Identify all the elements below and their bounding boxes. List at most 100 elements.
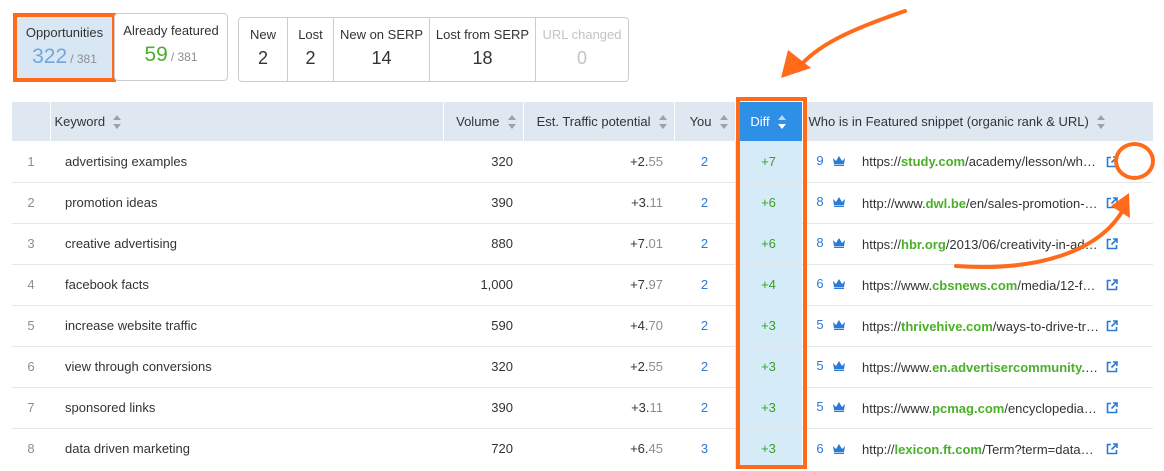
row-snippet-rank[interactable]: 5	[814, 317, 826, 332]
filter-lost-from-serp[interactable]: Lost from SERP 18	[430, 18, 536, 81]
row-snippet-rank[interactable]: 8	[814, 235, 826, 250]
row-volume: 390	[443, 182, 523, 224]
filter-new-label: New	[249, 27, 276, 42]
row-volume: 1,000	[443, 264, 523, 306]
table-header-row: Keyword Volume Est. Traffic potential Yo…	[12, 102, 1153, 141]
column-header-traffic[interactable]: Est. Traffic potential	[523, 102, 675, 141]
row-you-rank[interactable]: 2	[674, 387, 735, 429]
row-you-rank[interactable]: 2	[674, 305, 735, 347]
row-url-path: /2013/06/creativity-in-advertising	[945, 236, 1099, 252]
row-traffic: +3.11	[523, 387, 674, 429]
row-traffic-decimal: 55	[648, 153, 663, 169]
row-traffic-main: +7.	[630, 277, 649, 292]
row-diff: +6	[735, 223, 802, 265]
row-volume: 590	[443, 305, 523, 347]
external-link-icon[interactable]	[1106, 238, 1118, 250]
row-snippet-url[interactable]: https://www.pcmag.com/encyclopedia/term	[862, 401, 1099, 416]
column-header-keyword-label: Keyword	[54, 113, 106, 129]
row-snippet-rank[interactable]: 6	[814, 441, 826, 456]
table-row[interactable]: 3 creative advertising 880 +7.01 2 +6 8 https:/…	[12, 223, 1153, 265]
already-featured-card[interactable]: Already featured 59 / 381	[114, 13, 228, 81]
row-you-rank[interactable]: 2	[674, 346, 735, 388]
filter-new-on-serp[interactable]: New on SERP 14	[334, 18, 430, 81]
row-snippet-url[interactable]: http://lexicon.ft.com/Term?term=data_dri…	[862, 442, 1099, 457]
external-link-icon[interactable]	[1106, 279, 1118, 291]
row-snippet-url[interactable]: https://thrivehive.com/ways-to-drive-tra…	[862, 319, 1099, 334]
column-header-keyword[interactable]: Keyword	[50, 102, 444, 141]
filter-url-changed[interactable]: URL changed 0	[536, 18, 628, 81]
opportunities-label: Opportunities	[25, 25, 104, 40]
external-link-icon[interactable]	[1106, 443, 1118, 455]
row-url-domain: thrivehive.com	[901, 318, 993, 334]
row-featured-snippet: 9 https://study.com/academy/lesson/what-i…	[802, 141, 1153, 183]
opportunities-count: 322	[32, 45, 68, 68]
row-traffic-decimal: 70	[648, 318, 663, 333]
column-header-diff[interactable]: Diff	[735, 102, 803, 141]
row-keyword: creative advertising	[50, 223, 443, 265]
row-traffic: +4.70	[523, 305, 674, 347]
row-volume: 320	[443, 346, 523, 388]
filter-lost-label: Lost	[298, 27, 323, 42]
table-row[interactable]: 7 sponsored links 390 +3.11 2 +3 5 https://www.…	[12, 387, 1153, 429]
row-featured-snippet: 5 https://www.en.advertisercommunity.com	[802, 346, 1153, 388]
row-url-path: /en/sales-promotion-ideas	[966, 195, 1099, 211]
row-featured-snippet: 8 https://hbr.org/2013/06/creativity-in-a…	[802, 223, 1153, 265]
row-index: 5	[12, 305, 50, 347]
row-keyword: data driven marketing	[65, 441, 191, 457]
row-snippet-rank[interactable]: 5	[814, 399, 826, 414]
filter-lost[interactable]: Lost 2	[288, 18, 334, 81]
row-snippet-rank[interactable]: 8	[814, 194, 826, 209]
row-traffic-decimal: 01	[648, 236, 663, 251]
row-traffic-main: +2.	[630, 359, 649, 374]
row-snippet-rank[interactable]: 5	[814, 358, 826, 373]
already-featured-label: Already featured	[123, 23, 219, 38]
external-link-icon[interactable]	[1106, 361, 1118, 373]
row-snippet-url[interactable]: https://www.cbsnews.com/media/12-fun-fac…	[862, 278, 1099, 293]
external-link-icon[interactable]	[1106, 197, 1118, 209]
row-snippet-rank[interactable]: 6	[814, 276, 826, 291]
row-url-domain: lexicon.ft.com	[894, 441, 982, 457]
filter-url-changed-label: URL changed	[542, 27, 622, 42]
row-url-prefix: https://www.	[862, 277, 933, 293]
row-index: 3	[12, 223, 50, 265]
row-traffic-main: +4.	[630, 318, 649, 333]
row-url-prefix: https://	[862, 318, 902, 334]
column-header-volume[interactable]: Volume	[443, 102, 524, 141]
filter-new[interactable]: New 2	[239, 18, 288, 81]
row-snippet-url[interactable]: http://www.dwl.be/en/sales-promotion-ide…	[862, 196, 1099, 211]
external-link-icon[interactable]	[1106, 402, 1118, 414]
row-url-path: /ways-to-drive-traffic	[992, 318, 1099, 334]
external-link-icon[interactable]	[1106, 320, 1118, 332]
crown-icon	[833, 443, 845, 454]
row-keyword: advertising examples	[50, 141, 443, 183]
table-row[interactable]: 8 data driven marketing 720 +6.45 3 +3 6 http:/…	[12, 428, 1153, 469]
row-you-rank[interactable]: 2	[674, 223, 735, 265]
filter-new-count: 2	[257, 48, 268, 68]
row-url-prefix: https://	[862, 236, 902, 252]
row-you-rank[interactable]: 2	[674, 182, 735, 224]
row-snippet-url[interactable]: https://study.com/academy/lesson/what-is…	[862, 154, 1099, 169]
crown-icon	[833, 402, 845, 413]
row-snippet-url[interactable]: https://hbr.org/2013/06/creativity-in-ad…	[862, 237, 1099, 252]
column-header-you[interactable]: You	[674, 102, 736, 141]
table-row[interactable]: 5 increase website traffic 590 +4.70 2 +3 5 htt…	[12, 305, 1153, 347]
row-you-rank[interactable]: 2	[674, 141, 735, 183]
row-traffic: +2.55	[523, 346, 674, 388]
table-row[interactable]: 6 view through conversions 320 +2.55 2 +3 5 htt…	[12, 346, 1153, 388]
row-volume: 390	[443, 387, 523, 429]
external-link-icon[interactable]	[1106, 155, 1118, 168]
row-snippet-url[interactable]: https://www.en.advertisercommunity.com	[862, 360, 1099, 375]
table-row[interactable]: 1 advertising examples 320 +2.55 2 +7 9 https:/…	[12, 141, 1153, 183]
row-keyword: facebook facts	[50, 264, 443, 306]
row-diff: +3	[735, 428, 802, 469]
filter-new-on-serp-label: New on SERP	[339, 27, 424, 42]
opportunities-card[interactable]: Opportunities 322 / 381	[13, 13, 116, 82]
column-header-who[interactable]: Who is in Featured snippet (organic rank…	[802, 102, 1153, 141]
row-you-rank[interactable]: 3	[674, 428, 735, 469]
row-you-rank[interactable]: 2	[674, 264, 735, 306]
row-diff: +7	[735, 141, 802, 183]
row-traffic-decimal: 97	[648, 277, 663, 292]
table-row[interactable]: 2 promotion ideas 390 +3.11 2 +6 8 http://www.d…	[12, 182, 1153, 224]
table-row[interactable]: 4 facebook facts 1,000 +7.97 2 +4 6 https://www…	[12, 264, 1153, 306]
row-snippet-rank[interactable]: 9	[814, 153, 826, 168]
